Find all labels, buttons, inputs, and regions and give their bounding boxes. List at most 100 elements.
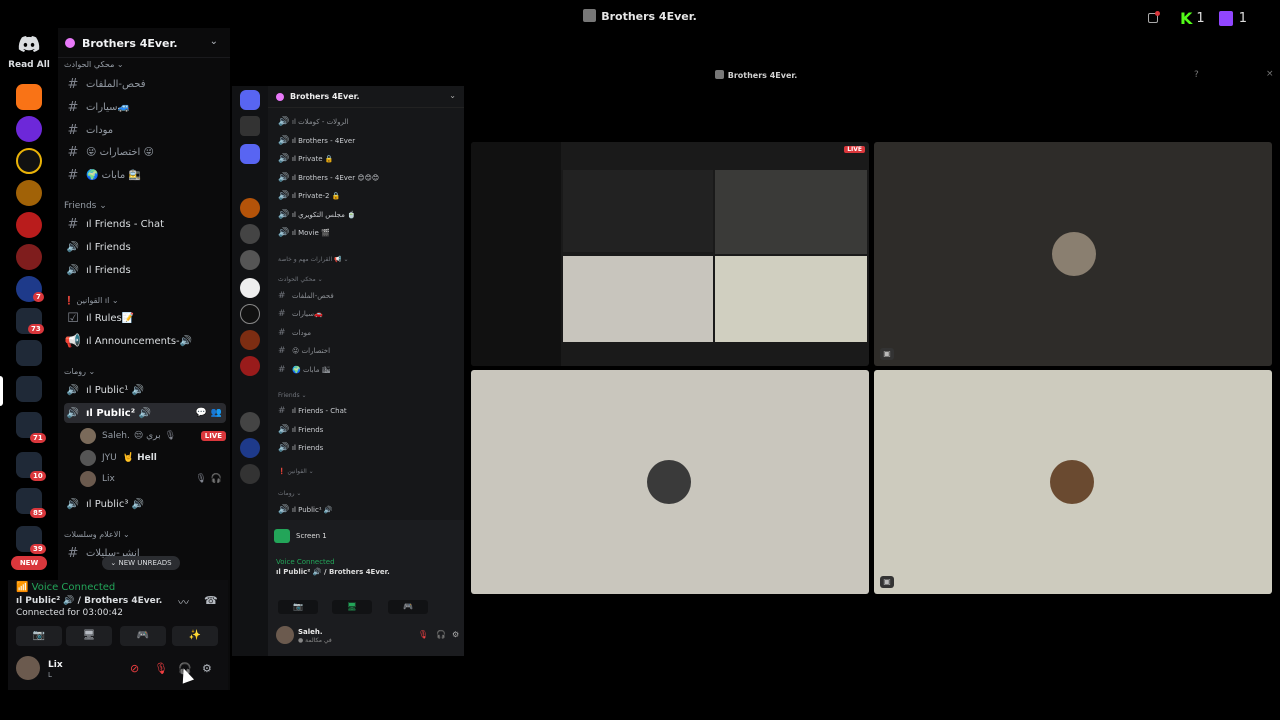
disconnect-icon[interactable]: ☎ (204, 594, 218, 607)
user-name: JYU (102, 453, 117, 463)
nested-stream-preview (563, 170, 713, 252)
help-icon[interactable]: ? (1194, 70, 1199, 80)
headset-deafened-icon: 🎧 (436, 630, 446, 639)
server-icon-folder-2[interactable] (16, 340, 42, 366)
nested-stream-preview (471, 142, 561, 366)
voice-user[interactable]: Lix 🎙 🎧 (80, 469, 226, 489)
server-icon-6[interactable] (16, 244, 42, 270)
noise-suppression-icon[interactable]: 〰 (178, 594, 189, 610)
server-icon-5[interactable] (16, 212, 42, 238)
avatar (80, 428, 96, 444)
channel-item[interactable]: # 🌍 مابات 🚉 (64, 165, 226, 185)
category-header[interactable]: Friends ⌄ (64, 201, 107, 211)
channel-item[interactable]: # مودات (64, 120, 226, 140)
twitch-icon[interactable] (1218, 10, 1233, 26)
server-icon-orange[interactable] (16, 84, 42, 110)
voice-user[interactable]: Saleh. 😒 بري 🎙 LIVE (80, 426, 226, 446)
user-tag: L (48, 671, 52, 679)
camera-button[interactable]: 📷 (16, 626, 62, 646)
user-status: 😒 بري (133, 431, 161, 441)
inbox-icon (240, 116, 260, 136)
server-header[interactable]: Brothers 4Ever. ⌄ (58, 28, 230, 58)
stream-channel: 🔊 ıl Friends (278, 425, 324, 435)
stream-channel-label: سيارات🚗 (292, 310, 323, 318)
channel-label: ıl Friends - Chat (86, 218, 165, 230)
video-tile[interactable] (471, 370, 869, 594)
hash-icon: # (67, 144, 79, 160)
discord-home-icon[interactable] (18, 36, 40, 52)
read-all-button[interactable]: Read All (0, 60, 58, 70)
soundboard-button[interactable]: ✨ (172, 626, 218, 646)
voice-channel-item[interactable]: 🔊 ıl Public³ 🔊 (64, 494, 226, 514)
stream-server-name: Brothers 4Ever. (290, 92, 360, 101)
stream-channel: # سيارات🚗 (278, 309, 323, 319)
settings-gear-icon[interactable]: ⚙ (202, 662, 212, 675)
channel-item[interactable]: # 😜 اختصارات 😜 (64, 142, 226, 162)
voice-channel-item-active[interactable]: 🔊 ıl Public² 🔊 💬 👥 (64, 403, 226, 423)
activity-button[interactable]: 🎮 (120, 626, 166, 646)
channel-item[interactable]: ☑ ıl Rules📝 (64, 308, 226, 328)
category-header[interactable]: الاعلام وسلسلات ⌄ (64, 530, 130, 539)
screen-share-button[interactable]: 🖥 (66, 626, 112, 646)
channel-label: ıl Friends (86, 241, 131, 253)
avatar[interactable] (16, 656, 40, 680)
selected-indicator (0, 376, 3, 406)
camera-off-icon[interactable]: ⊘ (130, 662, 139, 675)
settings-gear-icon: ⚙ (452, 630, 460, 639)
avatar (80, 450, 96, 466)
video-tile[interactable]: ▣ (874, 370, 1272, 594)
stream-channel-label: 🌍 مابات 🏙 (292, 366, 331, 374)
hash-icon: # (67, 99, 79, 115)
voice-channel-item[interactable]: 🔊 ıl Friends (64, 237, 226, 257)
stream-camera-button: 📷 (278, 600, 318, 614)
chevron-down-icon[interactable]: ⌄ (210, 36, 218, 47)
channel-label: ıl Friends (86, 264, 131, 276)
channel-label: ıl Public³ 🔊 (86, 498, 144, 510)
server-folder-active[interactable] (16, 376, 42, 402)
voice-channel-item[interactable]: 🔊 ıl Friends (64, 260, 226, 280)
deafened-icon: 🎧 (210, 474, 222, 484)
add-user-icon[interactable]: 👥 (211, 408, 222, 418)
voice-panel: 📶 Voice Connected ıl Public² 🔊 / Brother… (8, 580, 228, 690)
server-icon-sf[interactable] (16, 148, 42, 174)
stream-server-header: Brothers 4Ever. ⌄ (268, 86, 464, 108)
muted-icon: 🎙 (164, 431, 177, 441)
screen-share-tray-icon[interactable] (1148, 11, 1160, 23)
stream-user-name: Saleh. (298, 628, 323, 636)
speaker-icon: 🔊 (66, 407, 80, 419)
chat-icon[interactable]: 💬 (196, 408, 207, 418)
channel-item[interactable]: # سيارات🚙 (64, 97, 226, 117)
stream-tile-screen[interactable]: LIVE (471, 142, 869, 366)
server-icon-4[interactable] (16, 180, 42, 206)
voice-status[interactable]: 📶 Voice Connected (16, 582, 115, 593)
stream-channel-label: ıl Friends (292, 444, 324, 452)
new-unreads-button[interactable]: ⌄ NEW UNREADS (102, 556, 180, 570)
kick-icon[interactable]: K (1180, 9, 1192, 28)
unread-badge: 10 (30, 471, 46, 481)
server-icon-purple[interactable] (16, 116, 42, 142)
category-header[interactable]: محكي الحوادث ⌄ (64, 60, 124, 69)
channel-item[interactable]: # فحص-الملفات (64, 74, 226, 94)
channel-item[interactable]: 📢 ıl Announcements-🔊 (64, 331, 226, 351)
category-header[interactable]: رومات ⌄ (64, 367, 95, 376)
nested-video-tile (563, 256, 713, 342)
voice-status-text: Voice Connected (31, 582, 116, 593)
voice-user[interactable]: JYU 🤘 Hell (80, 448, 226, 468)
voice-channel-link[interactable]: ıl Public² 🔊 / Brothers 4Ever. (16, 596, 162, 606)
category-header[interactable]: ❗ القوانين ıl ⌄ (64, 296, 119, 305)
channel-item[interactable]: # ıl Friends - Chat (64, 214, 226, 234)
voice-channel-item[interactable]: 🔊 ıl Public¹ 🔊 (64, 380, 226, 400)
video-tile[interactable]: ▣ (874, 142, 1272, 366)
avatar (80, 471, 96, 487)
stream-channel: 🔊 ıl Movie 🎬 (278, 228, 330, 238)
mic-muted-icon[interactable]: 🎙 (154, 662, 168, 675)
hash-icon: # (67, 76, 79, 92)
new-badge[interactable]: NEW (11, 556, 47, 570)
chevron-down-icon: ⌄ (449, 91, 456, 100)
stream-channel: # 😜 اختصارات (278, 346, 331, 356)
speaker-icon: 🔊 (66, 264, 80, 276)
server-icon (240, 464, 260, 484)
user-name: Lix (102, 474, 115, 484)
close-icon[interactable]: × (1266, 69, 1274, 79)
stream-channel-label: ıl الرولات - كوملات (292, 118, 349, 126)
